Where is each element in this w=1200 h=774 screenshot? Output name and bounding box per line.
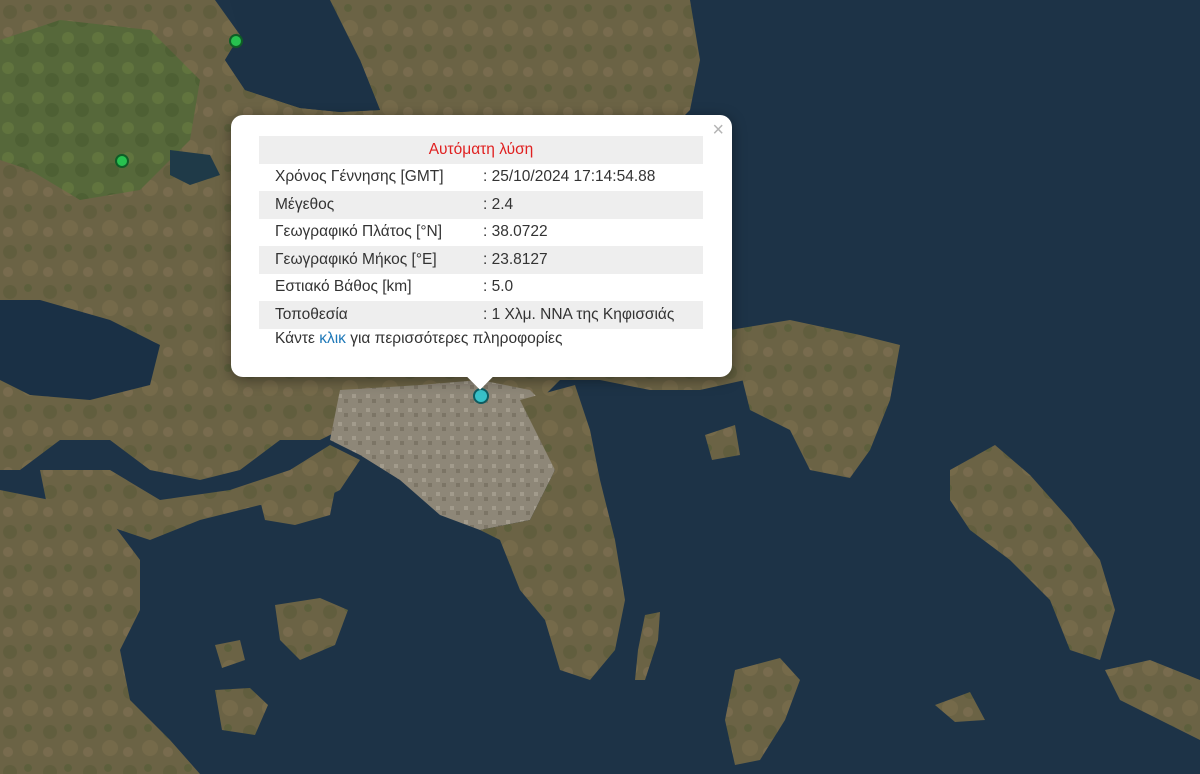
row-value: : 38.0722 [483, 223, 548, 241]
table-row: Εστιακό Βάθος [km] : 5.0 [259, 274, 703, 302]
row-label: Τοποθεσία [259, 301, 483, 329]
row-label: Γεωγραφικό Πλάτος [°N] [275, 223, 443, 241]
more-info-link[interactable]: κλικ [319, 330, 346, 347]
more-before: Κάντε [275, 330, 320, 347]
earthquake-info-popup: × Αυτόματη λύση Χρόνος Γέννησης [GMT] : … [231, 115, 732, 390]
row-value: : 5.0 [483, 278, 514, 296]
row-label: Χρόνος Γέννησης [GMT] [275, 168, 444, 186]
popup-title: Αυτόματη λύση [259, 136, 703, 164]
table-row: Γεωγραφικό Πλάτος [°N] : 38.0722 [259, 219, 703, 247]
info-table: Αυτόματη λύση Χρόνος Γέννησης [GMT] : 25… [259, 136, 703, 329]
earthquake-marker-green[interactable] [115, 154, 129, 168]
row-value: : 1 Χλμ. ΝΝΑ της Κηφισσιάς [483, 301, 703, 329]
row-value: : 25/10/2024 17:14:54.88 [483, 168, 656, 186]
row-label: Μέγεθος [259, 191, 483, 219]
earthquake-marker-selected[interactable] [473, 388, 489, 404]
table-row: Χρόνος Γέννησης [GMT] : 25/10/2024 17:14… [259, 164, 703, 192]
table-row: Μέγεθος : 2.4 [259, 191, 703, 219]
row-value: : 2.4 [483, 191, 703, 219]
table-row: Τοποθεσία : 1 Χλμ. ΝΝΑ της Κηφισσιάς [259, 301, 703, 329]
row-label: Γεωγραφικό Μήκος [°E] [259, 246, 483, 274]
row-value: : 23.8127 [483, 246, 703, 274]
earthquake-marker-green[interactable] [229, 34, 243, 48]
row-label: Εστιακό Βάθος [km] [275, 278, 412, 296]
table-row-title: Αυτόματη λύση [259, 136, 703, 164]
more-after: για περισσότερες πληροφορίες [345, 330, 563, 347]
close-icon[interactable]: × [712, 119, 724, 141]
table-row: Γεωγραφικό Μήκος [°E] : 23.8127 [259, 246, 703, 274]
more-info-text: Κάντε κλικ για περισσότερες πληροφορίες [275, 330, 562, 348]
